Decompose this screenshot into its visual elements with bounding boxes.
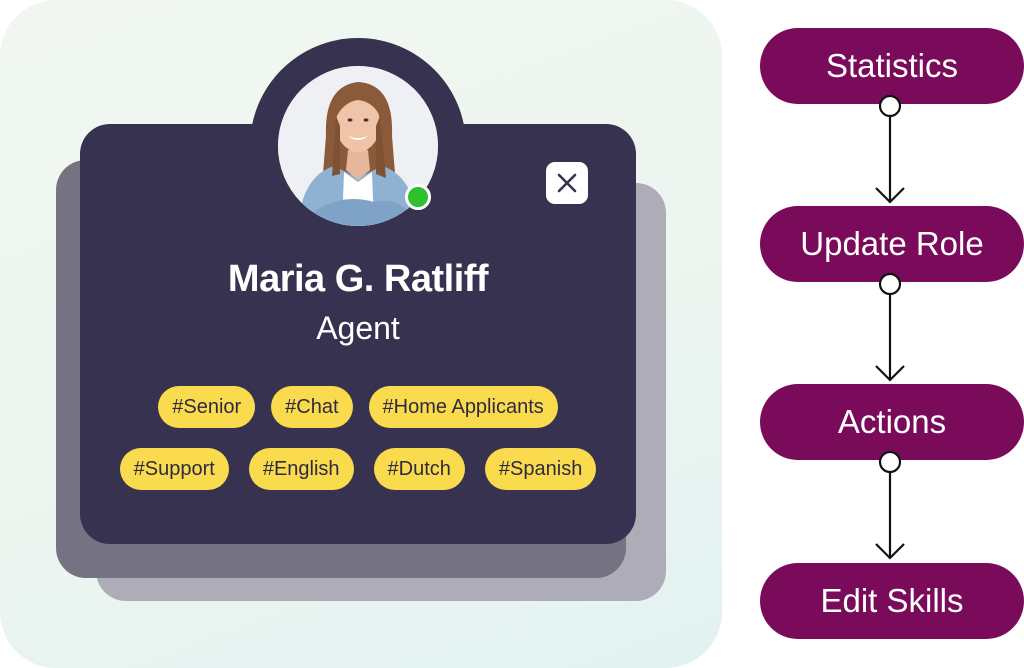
tag-home-applicants[interactable]: #Home Applicants [368,386,558,428]
connector-port-circle [878,94,902,118]
tag-support[interactable]: #Support [119,448,229,490]
tag-spanish[interactable]: #Spanish [484,448,597,490]
online-status-indicator [405,184,431,210]
tags-row-1: #Senior #Chat #Home Applicants [80,386,636,428]
profile-role: Agent [316,310,400,346]
flow-node-actions[interactable]: Actions [760,384,1024,460]
connector-port-circle [878,272,902,296]
close-icon [557,173,577,193]
tag-english[interactable]: #English [248,448,354,490]
connector-port-circle [878,450,902,474]
close-button[interactable] [546,162,588,204]
tag-dutch[interactable]: #Dutch [373,448,465,490]
flow-node-edit-skills[interactable]: Edit Skills [760,563,1024,639]
flow-node-update-role[interactable]: Update Role [760,206,1024,282]
tag-senior[interactable]: #Senior [158,386,256,428]
connector-arrow-2 [875,272,905,382]
tag-chat[interactable]: #Chat [271,386,353,428]
flow-node-statistics[interactable]: Statistics [760,28,1024,104]
profile-name: Maria G. Ratliff [227,258,489,300]
connector-arrow-1 [875,94,905,204]
connector-arrow-3 [875,450,905,560]
tags-row-2: #Support #English #Dutch #Spanish [80,448,636,490]
